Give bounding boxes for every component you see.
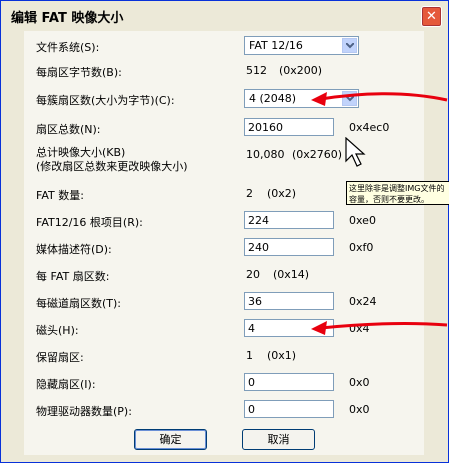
heads-label: 磁头(H):	[36, 324, 79, 337]
dropdown-button[interactable]	[342, 38, 357, 53]
sectors-per-track-label: 每磁道扇区数(T):	[36, 297, 122, 310]
chevron-down-icon	[346, 43, 354, 49]
root-entries-label: FAT12/16 根项目(R):	[36, 216, 143, 229]
hidden-sectors-label: 隐藏扇区(I):	[36, 378, 96, 391]
bytes-per-sector-label: 每扇区字节数(B):	[36, 66, 122, 79]
total-image-size-label: 总计映像大小(KB) (修改扇区总数来更改映像大小)	[36, 146, 188, 174]
edit-fat-image-size-dialog: 编辑 FAT 映像大小 ✕ 文件系统(S): FAT 12/16 每扇区字节数(…	[0, 0, 449, 463]
reserved-sectors-value: 1	[246, 349, 253, 362]
total-sectors-input[interactable]: 20160	[244, 118, 334, 136]
dialog-title: 编辑 FAT 映像大小	[11, 11, 124, 26]
row-media-descriptor: 媒体描述符(D): 240 0xf0	[24, 235, 424, 261]
ok-button[interactable]: 确定	[134, 429, 207, 450]
row-sectors-per-fat: 每 FAT 扇区数: 20 (0x14)	[24, 262, 424, 288]
row-filesystem: 文件系统(S): FAT 12/16	[24, 33, 424, 59]
filesystem-select[interactable]: FAT 12/16	[244, 36, 359, 55]
heads-hex: 0x4	[349, 322, 370, 335]
hidden-sectors-hex: 0x0	[349, 376, 370, 389]
close-button[interactable]: ✕	[421, 6, 442, 27]
sectors-per-track-hex: 0x24	[349, 295, 377, 308]
sectors-per-cluster-label: 每簇扇区数(大小为字节)(C):	[36, 94, 175, 107]
total-sectors-hex: 0x4ec0	[349, 121, 390, 134]
fat-count-hex: (0x2)	[267, 187, 297, 200]
tooltip-text: 这里除非是调整IMG文件的容量，否则不要更改。	[349, 184, 445, 204]
total-sectors-label: 扇区总数(N):	[36, 123, 101, 136]
physical-drives-input[interactable]: 0	[244, 400, 334, 418]
physical-drives-label: 物理驱动器数量(P):	[36, 405, 132, 418]
cancel-button[interactable]: 取消	[242, 429, 315, 450]
fat-count-value: 2	[246, 187, 253, 200]
row-root-entries: FAT12/16 根项目(R): 224 0xe0	[24, 208, 424, 234]
row-sectors-per-cluster: 每簇扇区数(大小为字节)(C): 4 (2048)	[24, 86, 424, 112]
filesystem-label: 文件系统(S):	[36, 41, 100, 54]
sectors-per-fat-hex: (0x14)	[273, 268, 310, 281]
bytes-per-sector-value: 512	[246, 64, 267, 77]
sectors-per-track-input[interactable]: 36	[244, 292, 334, 310]
media-descriptor-input[interactable]: 240	[244, 238, 334, 256]
row-reserved-sectors: 保留扇区: 1 (0x1)	[24, 343, 424, 369]
tooltip: 这里除非是调整IMG文件的容量，否则不要更改。	[346, 181, 449, 205]
sectors-per-fat-value: 20	[246, 268, 260, 281]
root-entries-hex: 0xe0	[349, 214, 376, 227]
total-image-size-value: 10,080	[246, 148, 285, 161]
row-bytes-per-sector: 每扇区字节数(B): 512 (0x200)	[24, 58, 424, 84]
total-image-size-hex: (0x2760)	[292, 148, 343, 161]
heads-input[interactable]: 4	[244, 319, 334, 337]
chevron-down-icon	[346, 96, 354, 102]
root-entries-input[interactable]: 224	[244, 211, 334, 229]
row-heads: 磁头(H): 4 0x4	[24, 316, 424, 342]
row-hidden-sectors: 隐藏扇区(I): 0 0x0	[24, 370, 424, 396]
sectors-per-cluster-select[interactable]: 4 (2048)	[244, 89, 359, 108]
fat-count-label: FAT 数量:	[36, 189, 84, 202]
dropdown-button[interactable]	[342, 91, 357, 106]
total-image-size-label-line1: 总计映像大小(KB)	[36, 146, 126, 159]
hidden-sectors-input[interactable]: 0	[244, 373, 334, 391]
row-physical-drives: 物理驱动器数量(P): 0 0x0	[24, 397, 424, 423]
sectors-per-cluster-value: 4 (2048)	[249, 92, 297, 105]
physical-drives-hex: 0x0	[349, 403, 370, 416]
filesystem-value: FAT 12/16	[249, 39, 303, 52]
mouse-pointer-icon	[345, 137, 366, 167]
title-bar[interactable]: 编辑 FAT 映像大小 ✕	[1, 1, 448, 29]
total-image-size-label-line2: (修改扇区总数来更改映像大小)	[36, 160, 188, 173]
bytes-per-sector-hex: (0x200)	[279, 64, 323, 77]
media-descriptor-label: 媒体描述符(D):	[36, 243, 112, 256]
reserved-sectors-hex: (0x1)	[267, 349, 297, 362]
settings-panel: 文件系统(S): FAT 12/16 每扇区字节数(B): 512 (0x200…	[24, 31, 424, 455]
reserved-sectors-label: 保留扇区:	[36, 351, 84, 364]
media-descriptor-hex: 0xf0	[349, 241, 374, 254]
sectors-per-fat-label: 每 FAT 扇区数:	[36, 270, 110, 283]
row-sectors-per-track: 每磁道扇区数(T): 36 0x24	[24, 289, 424, 315]
